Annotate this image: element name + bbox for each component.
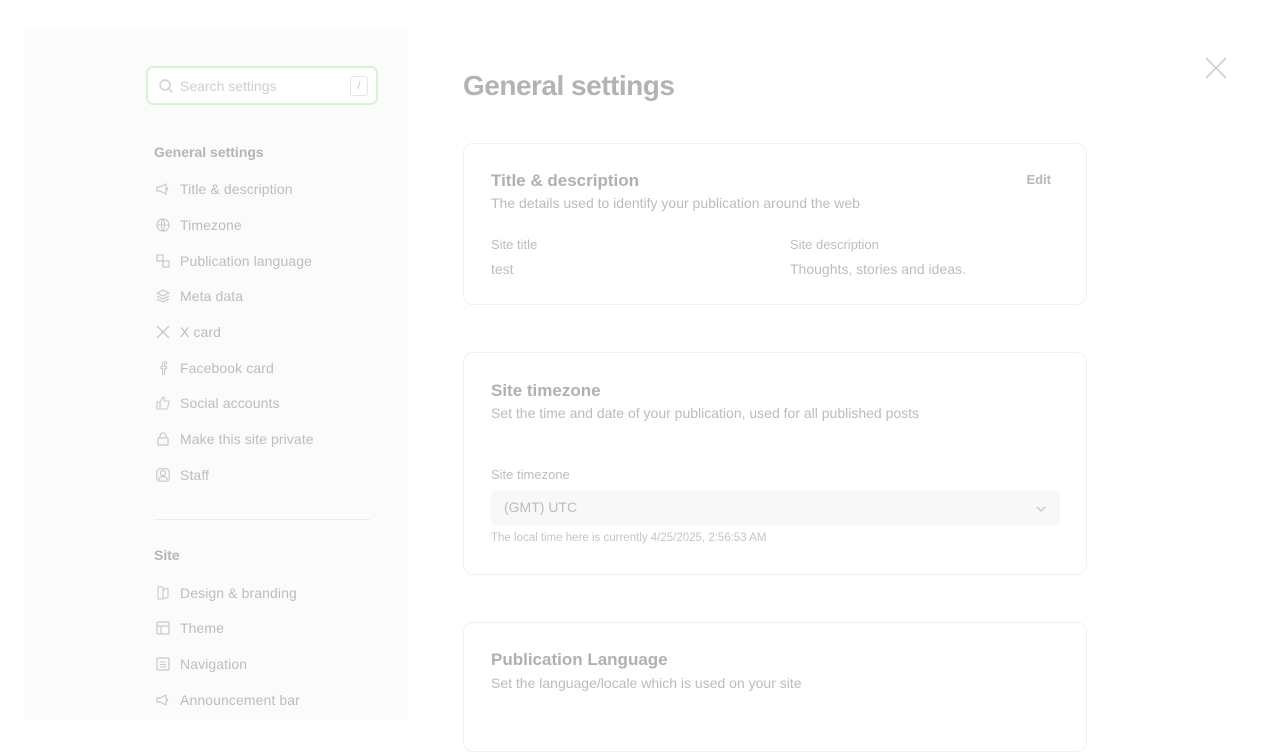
menu-list-icon bbox=[154, 655, 172, 673]
sidebar-item-label: Title & description bbox=[180, 181, 293, 197]
search-icon bbox=[159, 79, 173, 93]
sidebar-item-label: X card bbox=[180, 324, 222, 340]
sidebar-item-announcement-bar[interactable]: Announcement bar bbox=[154, 689, 300, 711]
sidebar-item-label: Publication language bbox=[180, 253, 312, 269]
x-logo-icon bbox=[154, 323, 172, 341]
site-timezone-label: Site timezone bbox=[491, 467, 570, 482]
close-icon[interactable] bbox=[1203, 55, 1229, 81]
sidebar-item-meta-data[interactable]: Meta data bbox=[154, 285, 243, 307]
sidebar-item-label: Navigation bbox=[180, 656, 248, 672]
title-description-card: Title & description Edit The details use… bbox=[463, 143, 1087, 305]
edit-button[interactable]: Edit bbox=[1026, 172, 1051, 187]
sidebar-item-label: Announcement bar bbox=[180, 692, 300, 708]
facebook-icon bbox=[154, 359, 172, 377]
sidebar-item-navigation[interactable]: Navigation bbox=[154, 653, 247, 675]
local-time-hint: The local time here is currently 4/25/20… bbox=[491, 532, 767, 544]
search-input[interactable] bbox=[180, 76, 340, 96]
publication-language-card: Publication Language Set the language/lo… bbox=[463, 622, 1087, 752]
site-description-label: Site description bbox=[790, 237, 879, 252]
sidebar-item-label: Make this site private bbox=[180, 431, 314, 447]
search-box[interactable]: / bbox=[146, 66, 378, 105]
layers-icon bbox=[154, 287, 172, 305]
site-timezone-card: Site timezone Set the time and date of y… bbox=[463, 352, 1087, 575]
site-title-label: Site title bbox=[491, 237, 538, 252]
sidebar-item-label: Social accounts bbox=[180, 395, 280, 411]
card-title: Title & description bbox=[491, 171, 639, 190]
card-description: The details used to identify your public… bbox=[491, 195, 860, 211]
card-title: Publication Language bbox=[491, 650, 668, 669]
sidebar-item-label: Design & branding bbox=[180, 585, 297, 601]
sidebar-item-staff[interactable]: Staff bbox=[154, 464, 209, 486]
sidebar-item-timezone[interactable]: Timezone bbox=[154, 214, 242, 236]
sidebar-item-make-site-private[interactable]: Make this site private bbox=[154, 428, 314, 450]
card-description: Set the time and date of your publicatio… bbox=[491, 405, 920, 421]
sidebar-item-label: Meta data bbox=[180, 288, 244, 304]
sidebar-item-title-description[interactable]: Title & description bbox=[154, 178, 293, 200]
language-icon bbox=[154, 252, 172, 270]
layout-icon bbox=[154, 619, 172, 637]
card-title: Site timezone bbox=[491, 381, 601, 400]
sidebar-group-general-title: General settings bbox=[154, 144, 264, 160]
lock-icon bbox=[154, 430, 172, 448]
settings-sidebar: / General settings Title & description T… bbox=[24, 28, 408, 720]
staff-icon bbox=[154, 466, 172, 484]
site-title-value: test bbox=[491, 261, 514, 277]
announcement-icon bbox=[154, 691, 172, 709]
timezone-selected-value: (GMT) UTC bbox=[504, 499, 578, 515]
sidebar-item-social-accounts[interactable]: Social accounts bbox=[154, 392, 280, 414]
sidebar-item-x-card[interactable]: X card bbox=[154, 321, 221, 343]
paint-brush-icon bbox=[154, 584, 172, 602]
timezone-select[interactable]: (GMT) UTC bbox=[491, 490, 1060, 526]
sidebar-item-label: Facebook card bbox=[180, 360, 274, 376]
sidebar-item-design-branding[interactable]: Design & branding bbox=[154, 582, 297, 604]
chevron-down-icon bbox=[1036, 506, 1046, 512]
site-description-value: Thoughts, stories and ideas. bbox=[790, 261, 966, 277]
sidebar-item-label: Theme bbox=[180, 620, 225, 636]
megaphone-icon bbox=[154, 180, 172, 198]
sidebar-item-theme[interactable]: Theme bbox=[154, 617, 224, 639]
sidebar-divider bbox=[154, 519, 370, 520]
search-shortcut-key: / bbox=[350, 76, 368, 96]
globe-icon bbox=[154, 216, 172, 234]
page-title: General settings bbox=[463, 70, 675, 101]
sidebar-group-site-title: Site bbox=[154, 547, 180, 563]
sidebar-item-label: Staff bbox=[180, 467, 210, 483]
sidebar-item-label: Timezone bbox=[180, 217, 242, 233]
sidebar-item-publication-language[interactable]: Publication language bbox=[154, 250, 312, 272]
sidebar-item-facebook-card[interactable]: Facebook card bbox=[154, 357, 274, 379]
card-description: Set the language/locale which is used on… bbox=[491, 675, 802, 691]
thumbs-up-icon bbox=[154, 394, 172, 412]
